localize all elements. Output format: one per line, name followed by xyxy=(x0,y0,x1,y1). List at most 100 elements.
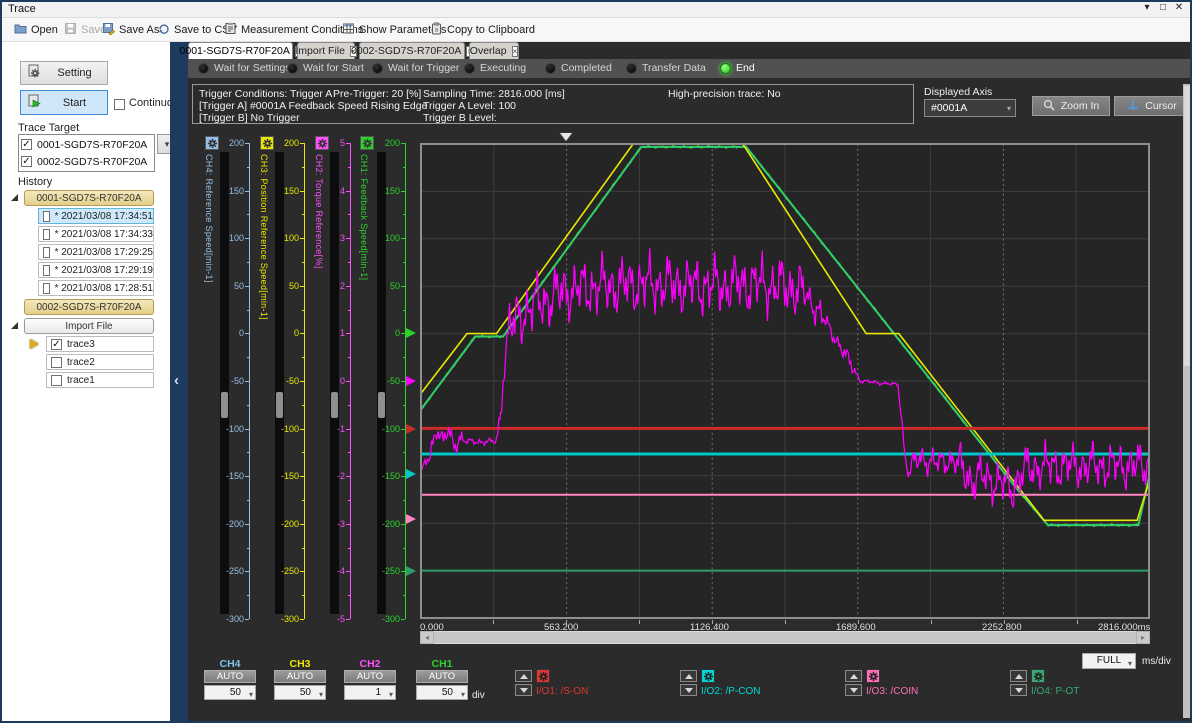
checkbox[interactable] xyxy=(43,228,50,240)
cursor-button[interactable]: Cursor xyxy=(1114,96,1190,116)
scroll-left-icon[interactable]: ◂ xyxy=(420,631,434,644)
ch2-tick xyxy=(346,476,350,478)
trace-target-list[interactable]: ✓ 0001-SGD7S-R70F20A ✓ 0002-SGD7S-R70F20A xyxy=(18,134,155,172)
horizontal-scrollbar-thumb[interactable] xyxy=(434,632,1136,643)
vertical-scrollbar[interactable] xyxy=(1183,84,1190,718)
x-axis-tick xyxy=(1004,620,1005,624)
checkbox[interactable] xyxy=(43,246,50,258)
ch2-scrollbar-thumb[interactable] xyxy=(331,392,338,418)
tab[interactable]: Overlap × xyxy=(469,42,519,59)
ch4-tick-label: -50 xyxy=(230,376,244,386)
trace-target-item-label: 0002-SGD7S-R70F20A xyxy=(37,155,148,168)
ch4-scale-select[interactable]: 50 ▾ xyxy=(204,685,256,700)
close-icon[interactable]: ✕ xyxy=(1172,2,1186,16)
open-label: Open xyxy=(31,23,58,36)
tab[interactable]: 0001-SGD7S-R70F20A× xyxy=(180,42,302,59)
tab[interactable]: 0002-SGD7S-R70F20A× xyxy=(351,42,473,59)
history-label: History xyxy=(18,176,53,188)
checkbox[interactable]: ✓ xyxy=(21,156,32,167)
io1-gear-icon[interactable] xyxy=(536,669,550,683)
start-button[interactable]: Start xyxy=(20,90,108,115)
ch1-tick-label: 0 xyxy=(394,328,400,339)
checkbox[interactable] xyxy=(43,282,50,294)
measurement-conditions-icon xyxy=(224,22,241,38)
scroll-right-icon[interactable]: ▸ xyxy=(1136,631,1150,644)
ch4-auto-button[interactable]: AUTO xyxy=(204,670,256,683)
ch4-scrollbar-thumb[interactable] xyxy=(221,392,228,418)
checkbox[interactable]: ✓ xyxy=(21,139,32,150)
ch3-minor-tick xyxy=(302,595,304,597)
ch3-tick xyxy=(300,238,304,240)
history-group-device[interactable]: 0001-SGD7S-R70F20A xyxy=(24,190,154,206)
ch4-axis-title: CH4: Reference Speed[min-1] xyxy=(204,154,214,283)
open-button[interactable]: Open xyxy=(14,21,58,38)
time-scale-select[interactable]: FULL ▾ xyxy=(1082,653,1136,669)
ch4-tick-label: -150 xyxy=(225,471,244,482)
io4-down-button[interactable] xyxy=(1010,684,1027,696)
status-lamp: Transfer Data xyxy=(626,62,706,74)
continuous-checkbox[interactable] xyxy=(114,96,125,114)
window-menu-icon[interactable]: ▾ xyxy=(1140,2,1154,16)
checkbox[interactable]: ✓ xyxy=(51,338,62,350)
history-item[interactable]: * 2021/03/08 17:34:51 xyxy=(38,208,154,224)
history-item[interactable]: * 2021/03/08 17:34:33 xyxy=(38,226,154,242)
save-as-button[interactable]: Save As xyxy=(102,21,159,38)
checkbox[interactable] xyxy=(43,210,50,222)
io2-gear-icon[interactable] xyxy=(701,669,715,683)
history-item[interactable]: ✓ trace3 xyxy=(46,336,154,352)
tree-expander-icon[interactable] xyxy=(11,322,18,329)
ch4-tick xyxy=(245,190,249,192)
history-item[interactable]: * 2021/03/08 17:28:51 xyxy=(38,280,154,296)
io4-gear-icon[interactable] xyxy=(1031,669,1045,683)
io2-up-button[interactable] xyxy=(680,670,697,682)
sidebar-collapse-bar[interactable]: ‹ xyxy=(170,42,188,721)
zoom-in-button[interactable]: Zoom In xyxy=(1032,96,1110,116)
ch3-tick xyxy=(300,190,304,192)
checkbox[interactable] xyxy=(51,374,62,386)
horizontal-scrollbar[interactable]: ◂ ▸ xyxy=(420,631,1150,644)
history-item[interactable]: trace1 xyxy=(46,372,154,388)
io2-down-button[interactable] xyxy=(680,684,697,696)
ch3-auto-button[interactable]: AUTO xyxy=(274,670,326,683)
tab-close-icon[interactable]: × xyxy=(511,45,519,57)
maximize-icon[interactable]: □ xyxy=(1156,2,1170,16)
io1-up-button[interactable] xyxy=(515,670,532,682)
history-item[interactable]: trace2 xyxy=(46,354,154,370)
ch1-auto-button[interactable]: AUTO xyxy=(416,670,468,683)
trace-plot[interactable] xyxy=(420,143,1150,619)
trace-target-item[interactable]: ✓ 0001-SGD7S-R70F20A xyxy=(21,136,152,153)
checkbox[interactable] xyxy=(43,264,50,276)
copy-to-clipboard-button[interactable]: a Copy to Clipboard xyxy=(430,21,535,38)
ch3-tick xyxy=(300,143,304,144)
io4-marker-icon xyxy=(406,566,416,577)
history-item[interactable]: * 2021/03/08 17:29:25 xyxy=(38,244,154,260)
ch2-auto-button[interactable]: AUTO xyxy=(344,670,396,683)
ch1-tick xyxy=(401,333,405,335)
tree-expander-icon[interactable] xyxy=(11,194,18,201)
checkbox[interactable] xyxy=(51,356,62,368)
ch1-minor-tick xyxy=(403,547,405,549)
trace-target-item[interactable]: ✓ 0002-SGD7S-R70F20A xyxy=(21,153,152,170)
ch3-scrollbar-thumb[interactable] xyxy=(276,392,283,418)
setting-button[interactable]: Setting xyxy=(20,61,108,85)
history-group-device[interactable]: 0002-SGD7S-R70F20A xyxy=(24,299,154,315)
ch1-tick-label: 100 xyxy=(384,233,400,244)
ch1-scrollbar-thumb[interactable] xyxy=(378,392,385,418)
vertical-scrollbar-thumb[interactable] xyxy=(1184,86,1190,366)
ch1-scale-select[interactable]: 50 ▾ xyxy=(416,685,468,700)
ch2-tick xyxy=(346,381,350,382)
trace-window: Trace ▾ □ ✕ Open Save Save As Save to CSV Me… xyxy=(0,0,1192,723)
tab[interactable]: Import File × xyxy=(295,42,357,59)
io3-gear-icon[interactable] xyxy=(866,669,880,683)
history-item[interactable]: * 2021/03/08 17:29:19 xyxy=(38,262,154,278)
ch3-scale-select[interactable]: 50 ▾ xyxy=(274,685,326,700)
displayed-axis-select[interactable]: #0001A ▾ xyxy=(924,99,1016,117)
ch2-tick-label: 1 xyxy=(339,328,345,339)
io1-down-button[interactable] xyxy=(515,684,532,696)
history-group-import[interactable]: Import File xyxy=(24,318,154,334)
io3-down-button[interactable] xyxy=(845,684,862,696)
io3-up-button[interactable] xyxy=(845,670,862,682)
io4-up-button[interactable] xyxy=(1010,670,1027,682)
ch2-scale-select[interactable]: 1 ▾ xyxy=(344,685,396,700)
collapse-chevron-icon[interactable]: ‹ xyxy=(174,372,179,389)
